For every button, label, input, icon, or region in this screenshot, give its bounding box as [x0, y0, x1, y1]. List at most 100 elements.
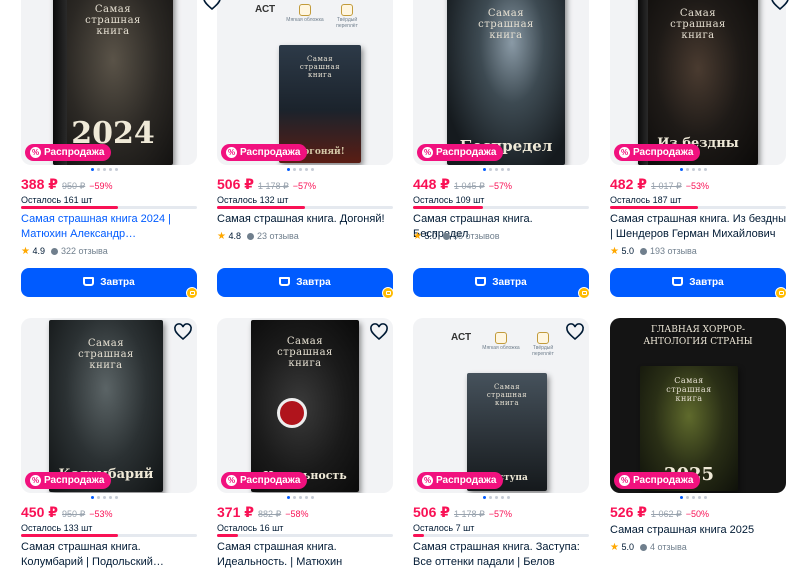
price-row: 371 ₽ 882 ₽ −58%: [217, 504, 309, 522]
favorite-heart-icon[interactable]: [369, 322, 389, 342]
price: 482 ₽: [610, 176, 647, 192]
cart-icon: [83, 277, 95, 286]
percent-icon: %: [30, 147, 41, 158]
favorite-heart-icon[interactable]: [173, 322, 193, 342]
cart-badge-icon: [775, 287, 787, 299]
percent-icon: %: [226, 147, 237, 158]
image-dots: [287, 168, 314, 172]
sale-badge: % Распродажа: [614, 472, 701, 489]
cart-badge-icon: [382, 287, 394, 299]
product-image[interactable]: Самая страшная книга Колумбарий: [21, 318, 197, 493]
stock-bar: [610, 206, 786, 209]
add-to-cart-button[interactable]: Завтра: [413, 268, 589, 297]
stock-left: Осталось 187 шт: [610, 195, 682, 205]
cover-title: Самая страшная книга: [486, 383, 528, 407]
cover-title: Самая страшная книга: [666, 376, 712, 403]
product-image[interactable]: ГЛАВНАЯ ХОРРОР-АНТОЛОГИЯ СТРАНЫ Самая ст…: [610, 318, 786, 493]
price-row: 526 ₽ 1 062 ₽ −50%: [610, 504, 709, 522]
cart-badge-icon: [186, 287, 198, 299]
format-icon: Мягкая обложка: [285, 4, 325, 23]
cover-title: Самая страшная книга: [299, 55, 341, 79]
percent-icon: %: [226, 475, 237, 486]
product-image[interactable]: Самая страшная книга Идеальность: [217, 318, 393, 493]
image-dots: [91, 496, 118, 500]
rating-row: ★ 5.0 193 отзыва: [610, 246, 697, 257]
price-row: 482 ₽ 1 017 ₽ −53%: [610, 176, 709, 194]
product-title[interactable]: Самая страшная книга 2024 | Матюхин Алек…: [21, 212, 197, 242]
stock-bar: [413, 534, 589, 537]
favorite-heart-icon[interactable]: [565, 322, 585, 342]
cart-icon: [475, 277, 487, 286]
stock-bar-fill: [21, 206, 118, 209]
stock-bar: [21, 206, 197, 209]
stock-bar-fill: [217, 206, 305, 209]
price: 388 ₽: [21, 176, 58, 192]
chat-bubble-icon: [247, 233, 254, 240]
favorite-heart-icon[interactable]: [202, 0, 222, 12]
old-price: 1 017 ₽: [651, 181, 682, 191]
stock-bar: [413, 206, 589, 209]
product-title[interactable]: Самая страшная книга 2025: [610, 523, 786, 538]
image-dots: [483, 168, 510, 172]
chat-bubble-icon: [443, 233, 450, 240]
sale-badge: % Распродажа: [221, 144, 308, 161]
discount: −53%: [685, 181, 710, 191]
price-row: 506 ₽ 1 178 ₽ −57%: [413, 504, 512, 522]
price-row: 506 ₽ 1 178 ₽ −57%: [217, 176, 316, 194]
cart-badge-icon: [578, 287, 590, 299]
cover-header: ГЛАВНАЯ ХОРРОР-АНТОЛОГИЯ СТРАНЫ: [643, 325, 753, 347]
price: 371 ₽: [217, 504, 254, 520]
product-image[interactable]: АСТ Мягкая обложка Твёрдый переплёт Сама…: [217, 0, 393, 165]
product-title[interactable]: Самая страшная книга. Догоняй!: [217, 212, 393, 227]
product-title[interactable]: Самая страшная книга. Колумбарий | Подол…: [21, 540, 197, 568]
product-title[interactable]: Самая страшная книга. Из бездны | Шендер…: [610, 212, 786, 242]
chat-bubble-icon: [640, 544, 647, 551]
chat-bubble-icon: [640, 248, 647, 255]
old-price: 1 178 ₽: [258, 181, 289, 191]
price: 450 ₽: [21, 504, 58, 520]
old-price: 950 ₽: [62, 181, 86, 191]
cover-title: Самая страшная книга: [670, 8, 726, 41]
favorite-heart-icon[interactable]: [770, 0, 790, 12]
book-cover: Самая страшная книга Из бездны: [638, 0, 758, 165]
publisher-logo: АСТ: [451, 332, 472, 343]
stock-bar-fill: [21, 534, 118, 537]
price: 506 ₽: [217, 176, 254, 192]
image-dots: [680, 168, 707, 172]
chat-bubble-icon: [51, 248, 58, 255]
image-dots: [287, 496, 314, 500]
rating-row: ★ 4.8 23 отзыва: [217, 231, 299, 242]
old-price: 1 178 ₽: [454, 509, 485, 519]
discount: −53%: [89, 509, 113, 519]
percent-icon: %: [422, 475, 433, 486]
product-title[interactable]: Самая страшная книга. Заступа: Все оттен…: [413, 540, 589, 568]
old-price: 1 062 ₽: [651, 509, 682, 519]
product-image[interactable]: Самая страшная книга Беспредел: [413, 0, 589, 165]
percent-icon: %: [30, 475, 41, 486]
discount: −58%: [285, 509, 309, 519]
discount: −57%: [292, 181, 317, 191]
add-to-cart-button[interactable]: Завтра: [21, 268, 197, 297]
stock-bar-fill: [413, 534, 424, 537]
product-title[interactable]: Самая страшная книга. Идеальность. | Мат…: [217, 540, 393, 568]
stock-bar: [21, 534, 197, 537]
sale-badge: % Распродажа: [25, 472, 112, 489]
add-to-cart-button[interactable]: Завтра: [610, 268, 786, 297]
star-icon: ★: [610, 246, 619, 257]
product-image[interactable]: Самая страшная книга 2024: [21, 0, 197, 165]
add-to-cart-button[interactable]: Завтра: [217, 268, 393, 297]
format-icon: Твёрдый переплёт: [327, 4, 367, 29]
book-cover: Самая страшная книга 2024: [53, 0, 173, 165]
stock-bar: [217, 206, 393, 209]
price: 506 ₽: [413, 504, 450, 520]
stock-bar-fill: [217, 534, 239, 537]
sale-badge: % Распродажа: [25, 144, 112, 161]
percent-icon: %: [422, 147, 433, 158]
old-price: 1 045 ₽: [454, 181, 485, 191]
cover-title: Самая страшная книга: [85, 4, 141, 37]
old-price: 950 ₽: [62, 509, 86, 519]
cover-title: Самая страшная книга: [478, 8, 534, 41]
star-icon: ★: [21, 246, 30, 257]
product-image[interactable]: Самая страшная книга Из бездны: [610, 0, 786, 165]
product-image[interactable]: АСТ Мягкая обложка Твёрдый переплёт Сама…: [413, 318, 589, 493]
